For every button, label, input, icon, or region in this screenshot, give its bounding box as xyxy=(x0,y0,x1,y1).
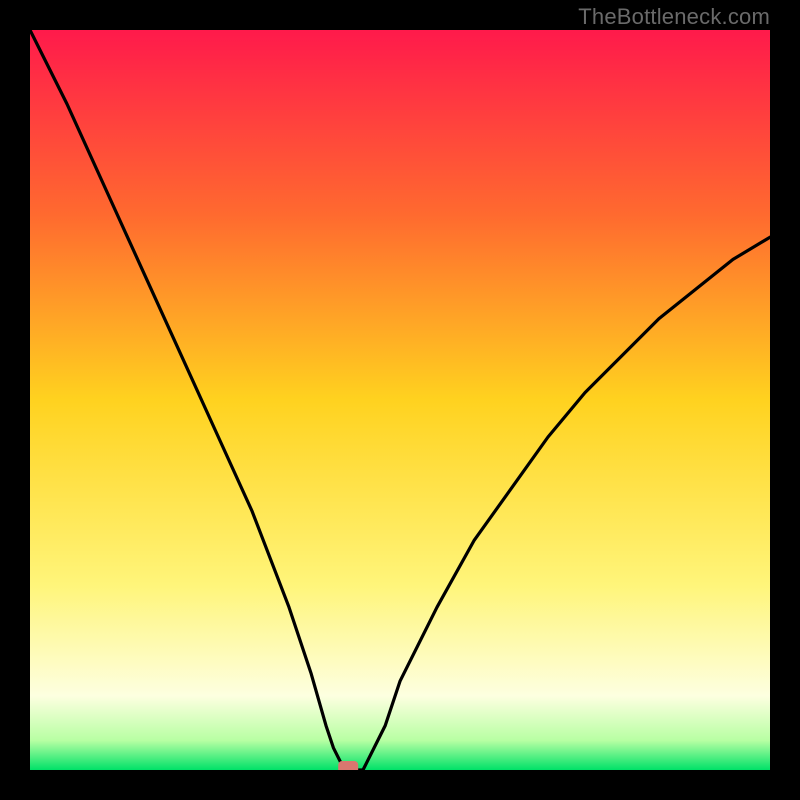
minimum-marker xyxy=(338,761,358,770)
watermark-text: TheBottleneck.com xyxy=(578,4,770,30)
chart-plot-area xyxy=(30,30,770,770)
gradient-background xyxy=(30,30,770,770)
chart-frame: TheBottleneck.com xyxy=(0,0,800,800)
chart-svg xyxy=(30,30,770,770)
